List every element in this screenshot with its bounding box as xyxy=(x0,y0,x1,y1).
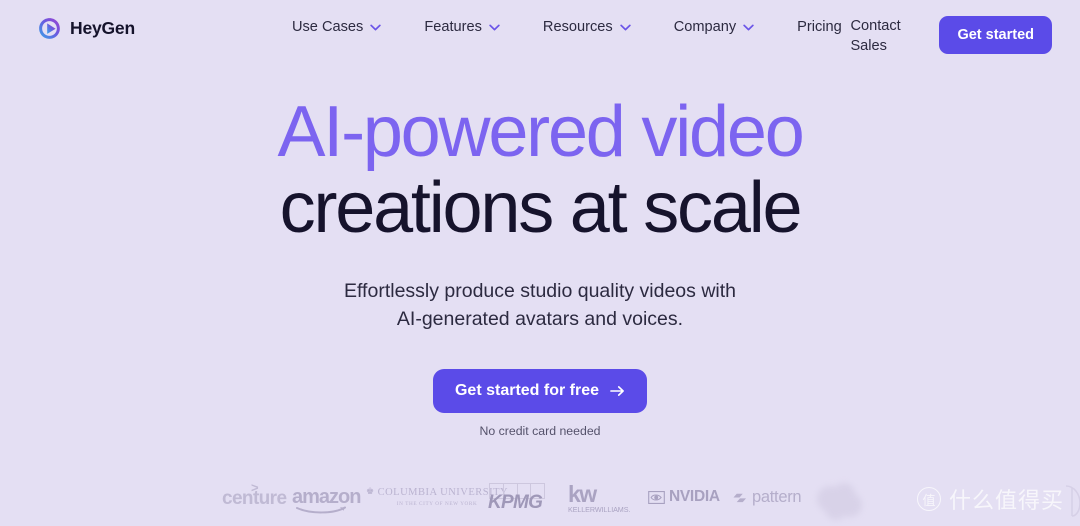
nav-item-pricing[interactable]: Pricing xyxy=(797,19,842,35)
heygen-play-logo-icon xyxy=(39,18,60,39)
amazon-swoosh-icon xyxy=(296,506,346,514)
logo-label: pattern xyxy=(752,488,802,506)
cta-note: No credit card needed xyxy=(479,424,601,438)
get-started-free-button[interactable]: Get started for free xyxy=(432,369,648,413)
main-nav: Use Cases Features Resources Company Pri… xyxy=(292,19,842,35)
nav-item-features[interactable]: Features xyxy=(424,19,500,35)
logo-label: amazon xyxy=(292,486,361,508)
chevron-down-icon xyxy=(370,24,382,30)
chevron-down-icon xyxy=(743,24,754,30)
arrow-right-icon xyxy=(610,386,624,396)
crown-icon: ♚ xyxy=(366,486,375,496)
nav-label: Use Cases xyxy=(291,19,364,35)
brand-name: HeyGen xyxy=(70,18,135,38)
nav-label: Resources xyxy=(542,19,613,35)
watermark: 值 什么值得买 xyxy=(916,483,1064,515)
hero-cta-group: Get started for free No credit card need… xyxy=(0,369,1080,438)
cta-label: Get started for free xyxy=(454,382,600,399)
columbia-sub: IN THE CITY OF NEW YORK xyxy=(396,501,478,507)
nav-item-company[interactable]: Company xyxy=(674,19,754,35)
nav-item-resources[interactable]: Resources xyxy=(543,19,631,35)
nav-item-use-cases[interactable]: Use Cases xyxy=(291,19,382,35)
watermark-text: 什么值得买 xyxy=(948,489,1064,514)
contact-sales-link[interactable]: Contact Sales xyxy=(850,16,912,56)
logo-label: KPMG xyxy=(488,492,543,513)
landing-page: HeyGen Use Cases Features Resources Comp… xyxy=(0,0,1080,526)
chevron-down-icon xyxy=(489,24,500,30)
watermark-badge-icon: 值 xyxy=(916,487,941,511)
nvidia-eye-icon xyxy=(648,490,665,504)
hero-subtitle: Effortlessly produce studio quality vide… xyxy=(343,280,736,330)
accenture-caret-icon: > xyxy=(251,480,259,495)
headline-line-2: creations at scale xyxy=(279,168,803,248)
logo-label: NVIDIA xyxy=(669,488,720,505)
columbia-main: ♚ COLUMBIA UNIVERSITY xyxy=(366,486,509,498)
page-title: AI-powered video creations at scale xyxy=(0,92,1080,248)
pattern-slash-icon xyxy=(733,493,746,503)
brand-logo[interactable]: HeyGen xyxy=(38,17,135,40)
nav-label: Features xyxy=(424,19,482,35)
header-actions: Contact Sales Get started xyxy=(850,16,1052,56)
headline-line-1: AI-powered video xyxy=(277,92,804,172)
hero-section: AI-powered video creations at scale Effo… xyxy=(0,92,1080,438)
nav-label: Pricing xyxy=(797,19,842,35)
nav-label: Company xyxy=(673,19,737,35)
logo-columbia-university: ♚ COLUMBIA UNIVERSITY IN THE CITY OF NEW … xyxy=(366,486,508,507)
keller-williams-sub: KELLERWILLIAMS. xyxy=(568,505,631,514)
chevron-down-icon xyxy=(619,24,631,30)
logo-accenture: > centure xyxy=(222,480,287,510)
site-header: HeyGen Use Cases Features Resources Comp… xyxy=(0,0,1080,58)
logo-nvidia: NVIDIA xyxy=(648,488,720,506)
logo-blurred-cloud xyxy=(817,483,862,520)
logo-keller-williams: kw KELLERWILLIAMS. xyxy=(568,481,631,515)
logo-label: kw xyxy=(568,481,597,507)
get-started-button[interactable]: Get started xyxy=(939,16,1052,54)
logo-pattern: pattern xyxy=(732,488,802,507)
logo-amazon: amazon xyxy=(292,486,361,514)
